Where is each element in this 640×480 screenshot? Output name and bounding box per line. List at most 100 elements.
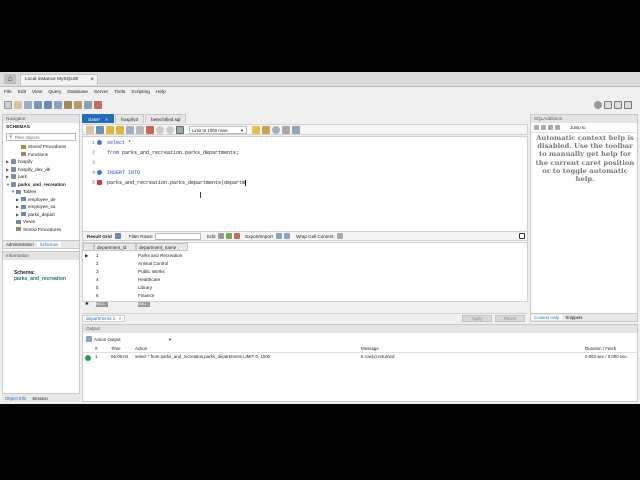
limit-rows-select[interactable]: Limit to 1000 rows ▼ [189,125,247,134]
column-header-department-id[interactable]: department_id [94,243,136,251]
menu-item-tools[interactable]: Tools [114,90,125,95]
rollback-icon[interactable] [166,125,174,134]
cell-department-id[interactable]: 1 [94,252,136,260]
table-row[interactable]: 6 Finance [83,292,188,300]
export-icon[interactable] [276,233,283,239]
cell-department-id[interactable]: 5 [94,284,136,292]
schema-tree-item[interactable]: Views [6,218,79,226]
schema-tree-item[interactable]: Functions [6,151,79,159]
execute-current-icon[interactable] [116,125,124,134]
invisible-chars-icon[interactable] [282,125,290,134]
toggle-error-icon[interactable] [146,125,154,134]
column-header-department-name[interactable]: department_name [136,243,188,251]
table-row[interactable]: ▶ 1 Parks and Recreation [83,252,188,260]
word-wrap-icon[interactable] [292,125,300,134]
tab-class[interactable]: class* × [82,114,114,123]
row-selector[interactable] [83,276,94,284]
cell-department-name[interactable]: Library [136,284,188,292]
menu-item-help[interactable]: Help [156,90,166,95]
cell-department-id[interactable]: 2 [94,260,136,268]
jump-to-select[interactable]: Jump to [570,125,586,130]
save-icon[interactable] [96,125,104,134]
row-pointer-icon[interactable]: ▶ [83,252,94,260]
auto-help-icon[interactable] [548,125,553,130]
explain-icon[interactable] [126,125,134,134]
stop-icon[interactable] [136,125,144,134]
menu-item-file[interactable]: File [4,90,12,95]
beautify-icon[interactable] [262,125,270,134]
settings-icon[interactable] [594,101,602,109]
output-row[interactable]: 1 06:09:04 select * from parks_and_recre… [83,353,637,362]
result-tab-departments[interactable]: departments 1 × [82,314,126,322]
table-row[interactable]: 4 Healthcare [83,276,188,284]
home-button[interactable]: ⌂ [4,74,16,84]
toggle-sidebar-icon[interactable] [604,101,612,109]
schema-filter-input[interactable] [14,134,75,140]
create-function-icon[interactable] [74,101,82,109]
schema-tree-item[interactable]: Stored Procedures [6,143,79,151]
toggle-output-icon[interactable] [614,101,622,109]
cell-department-name[interactable]: Finance [136,292,188,300]
menu-item-database[interactable]: Database [67,90,88,95]
create-schema-icon[interactable] [34,101,42,109]
cell-department-name[interactable]: Animal Control [136,260,188,268]
create-view-icon[interactable] [54,101,62,109]
table-row[interactable]: 3 Public Works [83,268,188,276]
commit-icon[interactable] [156,125,164,134]
schema-tree-item[interactable]: ▶ employee_de [6,196,79,204]
tab-snippets[interactable]: Snippets [562,315,585,320]
tab-betechified[interactable]: betechified.sql [145,114,187,123]
row-selector[interactable] [83,268,94,276]
tab-context-help[interactable]: Context Help [531,315,563,320]
schema-tree-item[interactable]: ▶ park [6,173,79,181]
add-row-icon[interactable] [226,233,233,239]
row-selector[interactable] [83,260,94,268]
filter-rows-input[interactable] [155,232,202,240]
table-row[interactable]: 2 Animal Control [83,260,188,268]
reconnect-icon[interactable] [94,101,102,109]
cell-department-name[interactable]: Public Works [136,268,188,276]
manual-help-icon[interactable] [555,125,560,130]
menu-item-server[interactable]: Server [94,90,108,95]
open-file-icon[interactable] [86,125,94,134]
autocommit-icon[interactable] [176,125,184,134]
create-procedure-icon[interactable] [64,101,72,109]
cell-department-name[interactable]: Healthcare [136,276,188,284]
revert-button[interactable]: Revert [495,314,525,322]
schema-tree-item[interactable]: ▶ hospify_dev_db [6,166,79,174]
cell-department-id[interactable]: 3 [94,268,136,276]
menu-item-query[interactable]: Query [48,90,61,95]
close-icon[interactable]: × [90,75,94,85]
cell-department-name[interactable]: Parks and Recreation [136,252,188,260]
open-sql-file-icon[interactable] [14,101,22,109]
tab-session[interactable]: Session [29,396,51,401]
find-icon[interactable] [272,125,280,134]
tab-administration[interactable]: Administration [3,242,37,247]
menu-item-edit[interactable]: Edit [18,90,26,95]
schema-tree-item[interactable]: ▶ parks_depart [6,211,79,219]
bookmark-icon[interactable] [252,125,260,134]
create-table-icon[interactable] [44,101,52,109]
connection-tab[interactable]: Local instance MySQL80 × [20,74,98,85]
schema-tree-item[interactable]: ▶ employee_sa [6,203,79,211]
action-output-select[interactable]: Action Output ▼ [94,336,174,343]
new-sql-tab-icon[interactable] [4,101,12,109]
schema-tree-item[interactable]: ▼ parks_and_recreation [6,181,79,189]
toggle-secondary-sidebar-icon[interactable] [624,101,632,109]
tab-object-info[interactable]: Object Info [2,396,29,401]
apply-button[interactable]: Apply [462,314,492,322]
tab-hospify3[interactable]: hospify3 [114,114,145,123]
search-table-data-icon[interactable] [84,101,92,109]
wrap-cell-icon[interactable] [336,233,343,239]
close-icon[interactable]: × [119,316,122,321]
back-icon[interactable] [534,125,539,130]
table-row[interactable]: 5 Library [83,284,188,292]
cell-department-id[interactable]: 6 [94,292,136,300]
tab-schemas[interactable]: Schemas [36,242,62,247]
schema-tree-item[interactable]: Stored Procedures [6,226,79,234]
row-selector[interactable] [83,292,94,300]
import-icon[interactable] [284,233,291,239]
row-selector[interactable] [83,284,94,292]
menu-item-view[interactable]: View [32,90,42,95]
open-inspector-icon[interactable] [24,101,32,109]
